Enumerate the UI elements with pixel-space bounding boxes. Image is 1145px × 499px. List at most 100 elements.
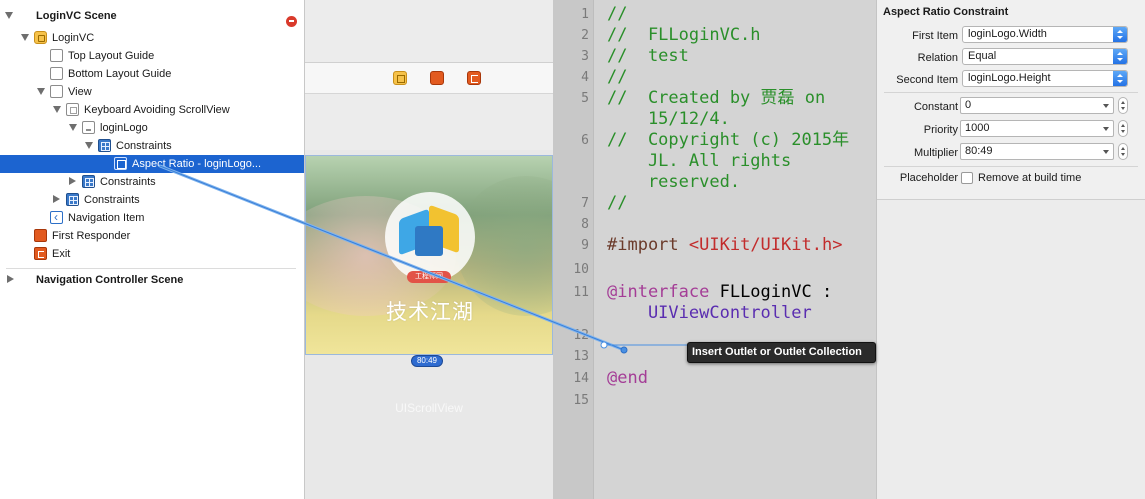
import-path: <UIKit/UIKit.h>: [688, 235, 843, 255]
code-line-interface[interactable]: @interface FLLoginVC :: [607, 282, 875, 303]
outline-row-navigation-controller-scene[interactable]: Navigation Controller Scene: [0, 271, 304, 289]
constraints-icon: [82, 175, 95, 188]
constant-label: Constant: [913, 101, 958, 113]
constant-value: 0: [965, 99, 972, 111]
scene-dock[interactable]: [305, 62, 553, 94]
exit-icon[interactable]: [467, 71, 481, 85]
import-directive: #import: [607, 235, 679, 255]
outline-row-navigation-item[interactable]: Navigation Item: [0, 209, 304, 227]
outline-row-bottom-layout-guide[interactable]: Bottom Layout Guide: [0, 65, 304, 83]
chevron-down-icon[interactable]: [1103, 104, 1109, 108]
disclosure-triangle-icon[interactable]: [53, 106, 61, 113]
disclosure-triangle-icon[interactable]: [7, 275, 14, 283]
code-line[interactable]: 15/12/4.: [607, 109, 875, 130]
code-line[interactable]: // Created by 贾磊 on: [607, 88, 875, 109]
disclosure-triangle-icon[interactable]: [21, 34, 29, 41]
disclosure-triangle-icon[interactable]: [53, 195, 60, 203]
outline-row-view[interactable]: View: [0, 83, 304, 101]
code-line[interactable]: reserved.: [607, 172, 875, 193]
logo-tag: 工程师网: [407, 271, 451, 283]
code-line[interactable]: // Copyright (c) 2015年: [607, 130, 875, 151]
outline-row-keyboard-avoiding-scrollview[interactable]: Keyboard Avoiding ScrollView: [0, 101, 304, 119]
navigation-item-icon: [50, 209, 63, 225]
priority-stepper[interactable]: [1118, 120, 1128, 137]
outline-row-label: Constraints: [84, 194, 140, 206]
outline-row-exit[interactable]: Exit: [0, 245, 304, 263]
line-number: 14: [573, 371, 589, 386]
outline-row-loginvc-scene[interactable]: LoginVC Scene: [0, 7, 304, 27]
first-item-popup[interactable]: loginLogo.Width: [962, 26, 1128, 43]
outline-row-label: Aspect Ratio - loginLogo...: [132, 158, 262, 170]
outline-row-label: Top Layout Guide: [68, 50, 155, 62]
outline-row-label: Navigation Item: [68, 212, 145, 224]
line-number: 1: [581, 7, 589, 22]
code-line[interactable]: //: [607, 193, 875, 214]
line-number: 2: [581, 28, 589, 43]
constraint-icon: [114, 157, 127, 170]
code-line-import[interactable]: #import <UIKit/UIKit.h>: [607, 235, 875, 256]
relation-label: Relation: [917, 52, 958, 64]
code-line[interactable]: // FLLoginVC.h: [607, 25, 875, 46]
first-responder-icon[interactable]: [430, 71, 444, 85]
priority-value: 1000: [965, 122, 990, 134]
code-line[interactable]: //: [607, 67, 875, 88]
popup-arrows-icon: [1113, 49, 1127, 64]
line-number: 13: [573, 349, 589, 364]
code-line[interactable]: //: [607, 4, 875, 25]
document-outline: LoginVC Scene LoginVC Top Layout Guide B…: [0, 0, 305, 499]
outline-row-label: Constraints: [100, 176, 156, 188]
outline-row-label: Bottom Layout Guide: [68, 68, 172, 80]
disclosure-triangle-icon[interactable]: [37, 88, 45, 95]
outline-row-aspect-ratio[interactable]: Aspect Ratio - loginLogo...: [0, 155, 304, 173]
exit-icon: [34, 247, 47, 260]
outline-row-constraints[interactable]: Constraints: [0, 137, 304, 155]
constant-stepper[interactable]: [1118, 97, 1128, 114]
warning-badge-icon[interactable]: [286, 16, 297, 27]
code-editor[interactable]: 1 2 3 4 5 6 7 8 9 10 11 12 13 14 15 // /…: [553, 0, 876, 499]
interface-keyword: @interface: [607, 282, 710, 302]
first-item-value: loginLogo.Width: [968, 28, 1047, 40]
outline-row-label: loginLogo: [100, 122, 148, 134]
outline-row-label: Keyboard Avoiding ScrollView: [84, 104, 230, 116]
code-line[interactable]: @end: [607, 368, 875, 389]
multiplier-field[interactable]: 80:49: [960, 143, 1114, 160]
login-logo-image[interactable]: 工程师网 技术江湖: [305, 155, 553, 355]
outline-row-top-layout-guide[interactable]: Top Layout Guide: [0, 47, 304, 65]
scroll-view-label: UIScrollView: [395, 401, 463, 415]
placeholder-checkbox[interactable]: [961, 172, 973, 184]
divider: [884, 92, 1138, 93]
chevron-down-icon[interactable]: [1103, 127, 1109, 131]
disclosure-triangle-icon[interactable]: [69, 177, 76, 185]
disclosure-triangle-icon[interactable]: [69, 124, 77, 131]
disclosure-triangle-icon[interactable]: [85, 142, 93, 149]
code-line[interactable]: UIViewController: [607, 303, 875, 324]
multiplier-value: 80:49: [965, 145, 993, 157]
priority-field[interactable]: 1000: [960, 120, 1114, 137]
relation-popup[interactable]: Equal: [962, 48, 1128, 65]
code-line[interactable]: JL. All rights: [607, 151, 875, 172]
outline-row-constraints[interactable]: Constraints: [0, 173, 304, 191]
outline-row-label: LoginVC: [52, 32, 95, 44]
line-number: 12: [573, 328, 589, 343]
code-line[interactable]: // test: [607, 46, 875, 67]
placeholder-option-label: Remove at build time: [978, 172, 1082, 184]
divider: [884, 166, 1138, 167]
view-controller-icon[interactable]: [393, 71, 407, 85]
outline-row-first-responder[interactable]: First Responder: [0, 227, 304, 245]
line-number: 4: [581, 70, 589, 85]
outline-row-label: View: [68, 86, 92, 98]
canvas-background: [305, 0, 553, 62]
disclosure-triangle-icon[interactable]: [5, 12, 13, 19]
inspector-title: Aspect Ratio Constraint: [883, 6, 1009, 18]
chevron-down-icon[interactable]: [1103, 150, 1109, 154]
constant-field[interactable]: 0: [960, 97, 1114, 114]
view-icon: [50, 85, 63, 98]
line-number: 6: [581, 133, 589, 148]
multiplier-stepper[interactable]: [1118, 143, 1128, 160]
second-item-popup[interactable]: loginLogo.Height: [962, 70, 1128, 87]
outline-row-constraints[interactable]: Constraints: [0, 191, 304, 209]
outline-row-loginvc[interactable]: LoginVC: [0, 29, 304, 47]
outline-row-loginlogo[interactable]: loginLogo: [0, 119, 304, 137]
view-controller-icon: [34, 31, 47, 44]
aspect-ratio-pill[interactable]: 80:49: [411, 355, 443, 367]
